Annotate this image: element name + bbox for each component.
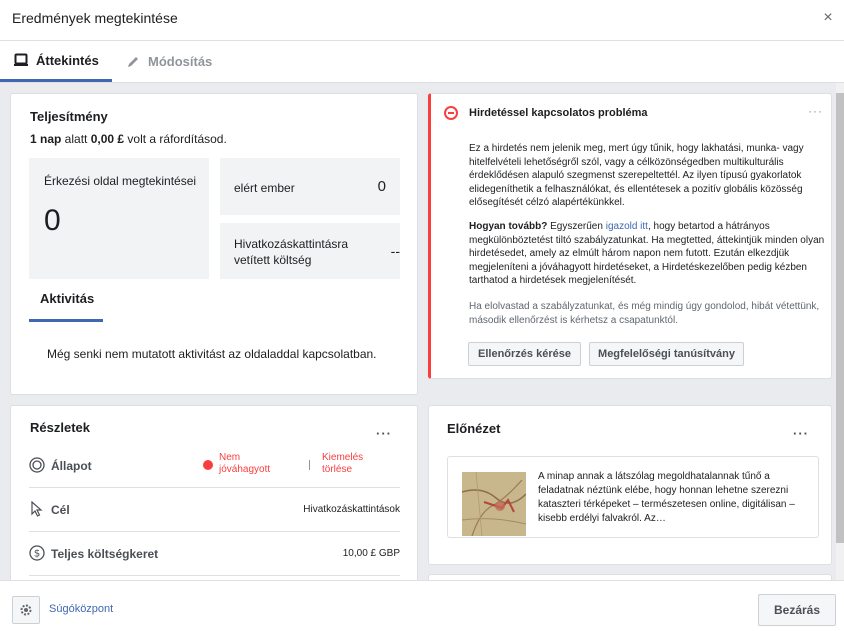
more-options-icon[interactable]: ··· <box>376 426 392 441</box>
ad-problem-card: Hirdetéssel kapcsolatos probléma ··· Ez … <box>428 93 832 379</box>
money-icon: $ <box>29 545 45 561</box>
stat-value: 0 <box>44 204 61 237</box>
tab-edit[interactable]: Módosítás <box>126 41 212 82</box>
map-thumbnail-image <box>462 472 526 536</box>
more-options-icon[interactable]: ··· <box>793 426 809 441</box>
pencil-icon <box>126 55 140 69</box>
budget-row: $ Teljes költségkeret 10,00 £ GBP <box>29 532 400 576</box>
dialog-header: Eredmények megtekintése × <box>0 0 844 41</box>
svg-text:$: $ <box>34 549 40 560</box>
stat-value: -- <box>390 243 400 259</box>
status-label: Állapot <box>51 459 92 473</box>
tab-overview[interactable]: Áttekintés <box>0 41 112 82</box>
ad-preview[interactable]: A minap annak a látszólag megoldhatalann… <box>447 456 819 538</box>
landing-page-views-stat: Érkezési oldal megtekintései 0 <box>29 158 209 279</box>
close-icon[interactable]: × <box>820 9 836 27</box>
dialog-title: Eredmények megtekintése <box>12 10 178 26</box>
cost-per-click-stat: Hivatkozáskattintásra vetített költség -… <box>220 223 400 279</box>
stat-label: elért ember <box>234 181 295 195</box>
goal-label: Cél <box>51 503 70 517</box>
more-options-icon[interactable]: ··· <box>808 104 823 118</box>
activity-empty-message: Még senki nem mutatott aktivitást az old… <box>47 347 377 361</box>
performance-title: Teljesítmény <box>30 109 108 124</box>
budget-label: Teljes költségkeret <box>51 547 159 561</box>
status-row: Állapot Nem jóváhagyott Kiemelés törlése <box>29 444 400 488</box>
dialog-footer: Súgóközpont Bezárás <box>0 580 844 631</box>
request-review-button[interactable]: Ellenőrzés kérése <box>468 342 581 366</box>
spend-summary: 1 nap alatt 0,00 £ volt a ráfordításod. <box>30 132 227 146</box>
goal-row: Cél Hivatkozáskattintások <box>29 488 400 532</box>
preview-title: Előnézet <box>447 421 501 436</box>
goal-value: Hivatkozáskattintások <box>303 504 400 515</box>
help-center-link[interactable]: Súgóközpont <box>49 603 113 615</box>
cursor-icon <box>29 500 45 517</box>
problem-title: Hirdetéssel kapcsolatos probléma <box>469 107 648 119</box>
gear-icon[interactable] <box>12 596 40 624</box>
close-button[interactable]: Bezárás <box>758 594 836 626</box>
scrollbar-thumb[interactable] <box>836 93 844 543</box>
details-title: Részletek <box>30 420 90 435</box>
status-dot <box>203 460 213 470</box>
status-value: Nem jóváhagyott <box>219 452 271 475</box>
tab-bar: Áttekintés Módosítás <box>0 41 844 83</box>
stat-label: Hivatkozáskattintásra vetített költség <box>234 237 349 267</box>
details-card: Részletek ··· Állapot Nem jóváhagyott Ki… <box>10 405 418 580</box>
preview-text: A minap annak a látszólag megoldhatalann… <box>538 471 795 524</box>
content-area: Teljesítmény 1 nap alatt 0,00 £ volt a r… <box>0 83 844 580</box>
budget-value: 10,00 £ GBP <box>342 548 400 559</box>
verify-link[interactable]: igazold itt <box>606 221 648 232</box>
error-icon <box>444 106 458 120</box>
problem-next-steps: Hogyan tovább? Egyszerűen igazold itt, h… <box>469 221 825 287</box>
remove-highlight-link[interactable]: Kiemelés törlése <box>322 452 392 476</box>
reach-stat: elért ember 0 <box>220 158 400 215</box>
tab-edit-label: Módosítás <box>148 54 213 69</box>
performance-card: Teljesítmény 1 nap alatt 0,00 £ volt a r… <box>10 93 418 395</box>
tablet-icon <box>14 53 28 67</box>
divider <box>309 460 310 470</box>
status-icon <box>29 457 45 473</box>
stat-label: Érkezési oldal megtekintései <box>44 174 197 188</box>
stat-value: 0 <box>377 178 386 195</box>
preview-card: Előnézet ··· A minap annak a látszólag m… <box>428 405 832 565</box>
compliance-certificate-button[interactable]: Megfelelőségi tanúsítvány <box>589 342 744 366</box>
tab-overview-label: Áttekintés <box>36 52 99 68</box>
tab-activity[interactable]: Aktivitás <box>29 288 103 322</box>
problem-text: Ez a hirdetés nem jelenik meg, mert úgy … <box>469 143 804 209</box>
problem-appeal-text: Ha elolvastad a szabályzatunkat, és még … <box>469 301 820 326</box>
